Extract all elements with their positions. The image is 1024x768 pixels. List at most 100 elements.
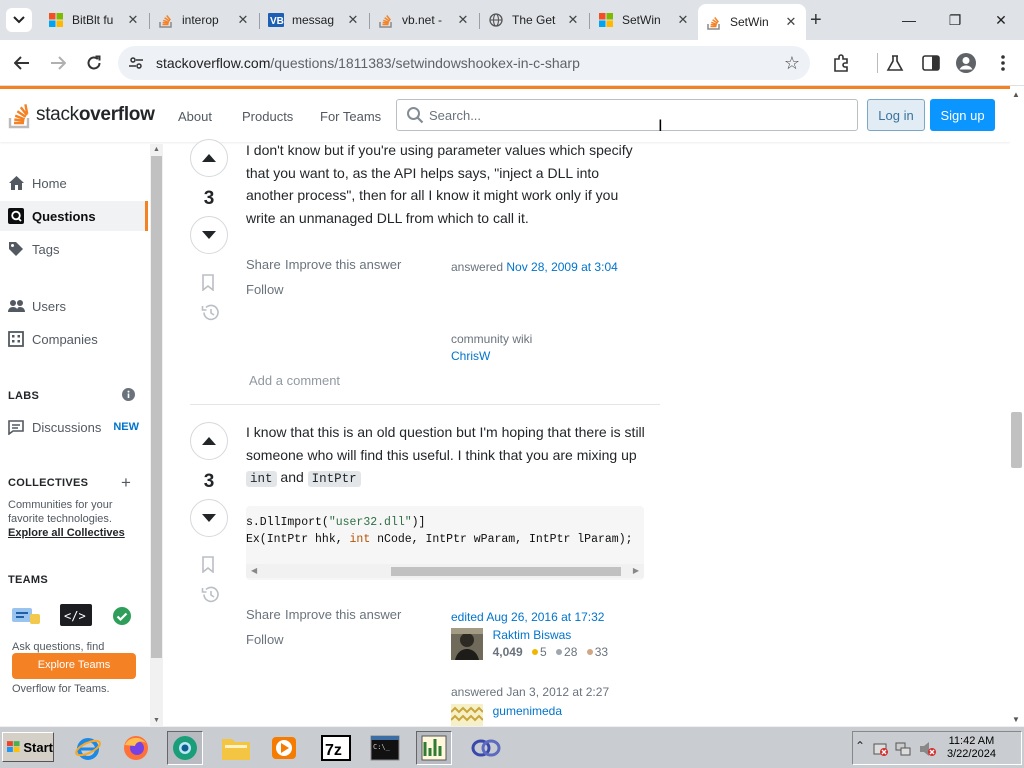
info-icon[interactable] bbox=[122, 388, 135, 404]
browser-menu-icon[interactable] bbox=[992, 52, 1014, 74]
extensions-icon[interactable] bbox=[830, 52, 852, 74]
add-comment-link[interactable]: Add a comment bbox=[249, 373, 340, 388]
site-settings-icon[interactable] bbox=[128, 55, 144, 74]
sidebar-item-discussions[interactable]: Discussions NEW bbox=[0, 412, 148, 442]
sidebar-scrollbar[interactable]: ▲ ▼ bbox=[150, 144, 163, 726]
logo-wordmark: stackoverflow bbox=[36, 104, 155, 126]
tab-the-get[interactable]: The Get ✕ bbox=[480, 4, 588, 36]
explore-teams-button[interactable]: Explore Teams bbox=[12, 653, 136, 679]
signup-button[interactable]: Sign up bbox=[930, 99, 995, 131]
scrollbar-thumb[interactable] bbox=[151, 156, 162, 658]
close-icon[interactable]: ✕ bbox=[784, 14, 798, 30]
code-scrollbar[interactable]: ◀ ▶ bbox=[246, 564, 644, 578]
improve-answer-link[interactable]: Improve this answer bbox=[285, 607, 401, 622]
close-icon[interactable]: ✕ bbox=[126, 12, 140, 28]
internet-explorer-icon[interactable] bbox=[70, 731, 106, 765]
scroll-up-icon[interactable]: ▲ bbox=[1012, 90, 1020, 99]
volume-muted-icon[interactable] bbox=[919, 741, 937, 757]
downvote-button[interactable] bbox=[190, 216, 228, 254]
sidebar-item-companies[interactable]: Companies bbox=[0, 324, 148, 354]
back-button[interactable] bbox=[10, 51, 34, 75]
close-window-button[interactable]: ✕ bbox=[986, 8, 1016, 32]
scrollbar-thumb[interactable] bbox=[391, 567, 621, 576]
firefox-icon[interactable] bbox=[118, 731, 154, 765]
media-player-icon[interactable] bbox=[266, 731, 302, 765]
search-box[interactable] bbox=[396, 99, 858, 131]
side-panel-icon[interactable] bbox=[920, 52, 942, 74]
7zip-icon[interactable]: 7z bbox=[318, 731, 354, 765]
scroll-down-icon[interactable]: ▼ bbox=[1012, 715, 1020, 724]
eclipse-icon[interactable] bbox=[468, 731, 504, 765]
follow-link[interactable]: Follow bbox=[246, 632, 284, 647]
tab-setwin-1[interactable]: SetWin ✕ bbox=[590, 4, 698, 36]
search-input[interactable] bbox=[429, 105, 829, 125]
sidebar-item-tags[interactable]: Tags bbox=[0, 234, 148, 264]
code-block[interactable]: s.DllImport("user32.dll")] Ex(IntPtr hhk… bbox=[246, 506, 644, 580]
nav-for-teams[interactable]: For Teams bbox=[320, 109, 381, 124]
explore-collectives-link[interactable]: Explore all Collectives bbox=[8, 527, 125, 539]
plus-icon[interactable]: + bbox=[121, 473, 131, 493]
arrow-left-icon bbox=[14, 56, 29, 70]
close-icon[interactable]: ✕ bbox=[236, 12, 250, 28]
forward-button[interactable] bbox=[46, 51, 70, 75]
chart-app-icon[interactable] bbox=[416, 731, 452, 765]
sidebar-item-questions[interactable]: Questions bbox=[0, 201, 148, 231]
avatar[interactable] bbox=[451, 628, 483, 660]
tab-message[interactable]: VB messag ✕ bbox=[260, 4, 368, 36]
page-scrollbar[interactable]: ▲ ▼ bbox=[1010, 86, 1024, 726]
so-logo[interactable]: stackoverflow bbox=[8, 101, 155, 129]
share-link[interactable]: Share bbox=[246, 607, 281, 622]
profile-avatar-icon[interactable] bbox=[955, 52, 977, 74]
bookmark-icon[interactable] bbox=[201, 274, 215, 294]
clock[interactable]: 11:42 AM 3/22/2024 bbox=[947, 735, 996, 761]
sidebar-item-users[interactable]: Users bbox=[0, 291, 148, 321]
sidebar-item-home[interactable]: Home bbox=[0, 168, 148, 198]
answered-date-link[interactable]: Nov 28, 2009 at 3:04 bbox=[506, 260, 617, 274]
url-bar[interactable]: stackoverflow.com/questions/1811383/setw… bbox=[118, 46, 810, 80]
history-icon[interactable] bbox=[201, 586, 219, 606]
restore-button[interactable]: ❐ bbox=[940, 8, 970, 32]
close-icon[interactable]: ✕ bbox=[676, 12, 690, 28]
tab-setwin-active[interactable]: SetWin ✕ bbox=[698, 4, 806, 40]
edited-date-link[interactable]: edited Aug 26, 2016 at 17:32 bbox=[451, 610, 604, 624]
folder-icon[interactable] bbox=[218, 731, 254, 765]
start-button[interactable]: Start bbox=[2, 732, 54, 762]
scrollbar-thumb[interactable] bbox=[1011, 412, 1022, 468]
bookmark-icon[interactable] bbox=[201, 556, 215, 576]
close-icon[interactable]: ✕ bbox=[456, 12, 470, 28]
security-alert-icon[interactable] bbox=[873, 741, 889, 757]
login-button[interactable]: Log in bbox=[867, 99, 925, 131]
downvote-button[interactable] bbox=[190, 499, 228, 537]
editor-name-link[interactable]: Raktim Biswas bbox=[493, 628, 608, 642]
new-tab-button[interactable]: + bbox=[810, 10, 822, 30]
follow-link[interactable]: Follow bbox=[246, 282, 284, 297]
scroll-up-icon[interactable]: ▲ bbox=[153, 146, 160, 153]
scroll-left-icon[interactable]: ◀ bbox=[251, 566, 257, 575]
upvote-button[interactable] bbox=[190, 139, 228, 177]
improve-answer-link[interactable]: Improve this answer bbox=[285, 257, 401, 272]
close-icon[interactable]: ✕ bbox=[346, 12, 360, 28]
tab-search-button[interactable] bbox=[6, 8, 32, 32]
tray-expand-icon[interactable]: ⌃ bbox=[855, 739, 865, 753]
upvote-button[interactable] bbox=[190, 422, 228, 460]
minimize-button[interactable]: — bbox=[894, 8, 924, 32]
close-icon[interactable]: ✕ bbox=[566, 12, 580, 28]
tab-bitblt[interactable]: BitBlt fu ✕ bbox=[40, 4, 148, 36]
reload-button[interactable] bbox=[82, 51, 106, 75]
scroll-right-icon[interactable]: ▶ bbox=[633, 566, 639, 575]
network-icon[interactable] bbox=[895, 741, 911, 757]
nav-products[interactable]: Products bbox=[242, 109, 293, 124]
author-name-link[interactable]: gumenimeda bbox=[493, 704, 562, 718]
tab-vbnet[interactable]: vb.net - ✕ bbox=[370, 4, 478, 36]
bookmark-star-icon[interactable]: ☆ bbox=[784, 53, 800, 74]
labs-flask-icon[interactable] bbox=[884, 52, 906, 74]
cmd-icon[interactable]: C:\_ bbox=[367, 731, 403, 765]
author-link[interactable]: ChrisW bbox=[451, 349, 490, 363]
nav-about[interactable]: About bbox=[178, 109, 212, 124]
scroll-down-icon[interactable]: ▼ bbox=[153, 717, 160, 724]
history-icon[interactable] bbox=[201, 304, 219, 324]
share-link[interactable]: Share bbox=[246, 257, 281, 272]
chrome-like-icon[interactable] bbox=[167, 731, 203, 765]
avatar[interactable] bbox=[451, 704, 483, 726]
tab-interop[interactable]: interop ✕ bbox=[150, 4, 258, 36]
